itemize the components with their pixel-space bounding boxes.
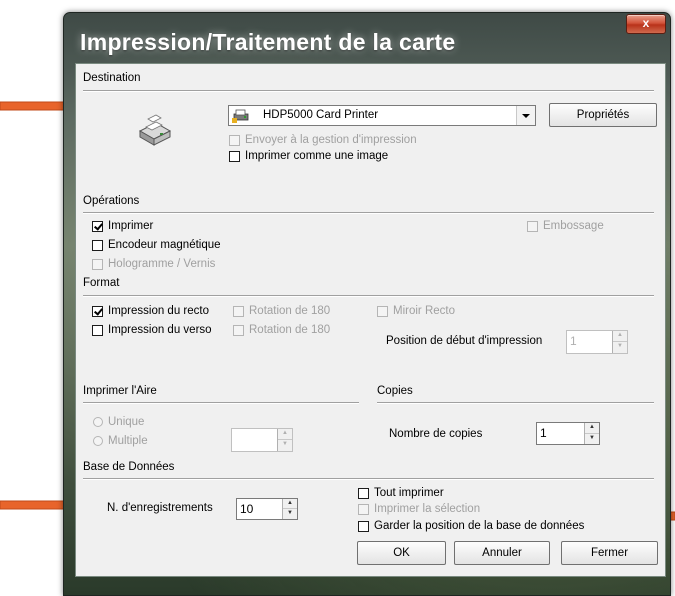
section-label-copies: Copies [377, 385, 413, 397]
printer-icon [138, 114, 172, 146]
send-to-spooler-option[interactable]: Envoyer à la gestion d'impression [229, 134, 417, 146]
hologram-option[interactable]: Hologramme / Vernis [92, 258, 215, 270]
mirror-front-option[interactable]: Miroir Recto [377, 305, 455, 317]
hologram-checkbox[interactable] [92, 258, 103, 270]
rotate-front-option[interactable]: Rotation de 180 [233, 305, 330, 317]
separator-destination [83, 90, 654, 92]
separator-database [83, 478, 654, 480]
separator-operations [83, 212, 654, 214]
rotate-back-option[interactable]: Rotation de 180 [233, 324, 330, 336]
multiple-area-label: Multiple [108, 435, 148, 447]
close-window-button[interactable]: x [626, 14, 666, 34]
rotate-front-label: Rotation de 180 [249, 305, 331, 317]
separator-copies [377, 402, 654, 404]
send-to-spooler-checkbox[interactable] [229, 134, 240, 146]
stepper-down-icon[interactable]: ▼ [278, 440, 292, 451]
embossing-checkbox[interactable] [527, 220, 538, 232]
rotate-back-label: Rotation de 180 [249, 324, 331, 336]
print-label: Imprimer [108, 220, 154, 232]
stepper-up-icon[interactable]: ▲ [613, 331, 627, 342]
copies-stepper[interactable]: 1 ▲ ▼ [536, 422, 600, 445]
print-all-checkbox[interactable] [358, 487, 369, 499]
stepper-down-icon[interactable]: ▼ [585, 434, 599, 445]
print-front-checkbox[interactable] [92, 305, 103, 317]
stepper-up-icon[interactable]: ▲ [283, 499, 297, 509]
stepper-down-icon[interactable]: ▼ [283, 509, 297, 519]
start-position-value: 1 [570, 334, 577, 348]
single-area-option[interactable]: Unique [93, 416, 144, 428]
keep-db-position-checkbox[interactable] [358, 520, 369, 532]
copies-count-label: Nombre de copies [389, 428, 483, 440]
records-value: 10 [240, 502, 254, 516]
print-option[interactable]: Imprimer [92, 220, 153, 232]
print-back-label: Impression du verso [108, 324, 212, 336]
printer-select-value: HDP5000 Card Printer [263, 109, 379, 121]
single-area-radio[interactable] [93, 417, 103, 427]
keep-db-position-label: Garder la position de la base de données [374, 520, 585, 532]
hologram-label: Hologramme / Vernis [108, 258, 216, 270]
print-selection-checkbox[interactable] [358, 503, 369, 515]
rotate-back-checkbox[interactable] [233, 324, 244, 336]
close-icon: x [642, 16, 650, 30]
separator-print-area [83, 402, 359, 404]
multiple-area-option[interactable]: Multiple [93, 435, 148, 447]
printer-select[interactable]: HDP5000 Card Printer [228, 105, 536, 126]
keep-db-position-option[interactable]: Garder la position de la base de données [358, 520, 584, 532]
stepper-up-icon[interactable]: ▲ [278, 429, 292, 440]
cancel-button[interactable]: Annuler [454, 541, 550, 565]
print-all-option[interactable]: Tout imprimer [358, 487, 444, 499]
magnetic-encoder-checkbox[interactable] [92, 239, 103, 251]
records-count-label: N. d'enregistrements [107, 502, 213, 514]
print-checkbox[interactable] [92, 220, 103, 232]
records-stepper[interactable]: 10 ▲ ▼ [236, 498, 298, 520]
stepper-up-icon[interactable]: ▲ [585, 423, 599, 434]
print-as-image-label: Imprimer comme une image [245, 150, 389, 162]
single-area-label: Unique [108, 416, 145, 428]
section-label-operations: Opérations [83, 195, 140, 207]
embossing-option[interactable]: Embossage [527, 220, 604, 232]
chevron-down-icon [522, 114, 530, 118]
print-as-image-option[interactable]: Imprimer comme une image [229, 150, 388, 162]
section-label-format: Format [83, 277, 120, 289]
multiple-area-stepper[interactable]: ▲ ▼ [231, 428, 293, 452]
print-front-option[interactable]: Impression du recto [92, 305, 209, 317]
mirror-front-label: Miroir Recto [393, 305, 455, 317]
start-position-label: Position de début d'impression [386, 335, 543, 347]
embossing-label: Embossage [543, 220, 604, 232]
print-selection-label: Imprimer la sélection [374, 503, 481, 515]
print-back-option[interactable]: Impression du verso [92, 324, 212, 336]
mirror-front-checkbox[interactable] [377, 305, 388, 317]
close-button[interactable]: Fermer [561, 541, 658, 565]
send-to-spooler-label: Envoyer à la gestion d'impression [245, 134, 417, 146]
start-position-stepper[interactable]: 1 ▲ ▼ [566, 330, 628, 354]
separator-format [83, 295, 654, 297]
rotate-front-checkbox[interactable] [233, 305, 244, 317]
section-label-database: Base de Données [83, 461, 175, 473]
print-front-label: Impression du recto [108, 305, 209, 317]
ok-button[interactable]: OK [357, 541, 446, 565]
copies-value: 1 [540, 426, 547, 440]
printer-select-dropdown-button[interactable] [516, 106, 535, 125]
section-label-print-area: Imprimer l'Aire [83, 385, 157, 397]
properties-button[interactable]: Propriétés [549, 103, 657, 127]
print-as-image-checkbox[interactable] [229, 150, 240, 162]
print-back-checkbox[interactable] [92, 324, 103, 336]
magnetic-encoder-option[interactable]: Encodeur magnétique [92, 239, 221, 251]
section-label-destination: Destination [83, 72, 141, 84]
stepper-down-icon[interactable]: ▼ [613, 342, 627, 353]
multiple-area-radio[interactable] [93, 436, 103, 446]
print-selection-option[interactable]: Imprimer la sélection [358, 503, 480, 515]
small-printer-icon [232, 109, 249, 123]
print-all-label: Tout imprimer [374, 487, 444, 499]
magnetic-encoder-label: Encodeur magnétique [108, 239, 221, 251]
dialog-title: Impression/Traitement de la carte [80, 29, 456, 55]
